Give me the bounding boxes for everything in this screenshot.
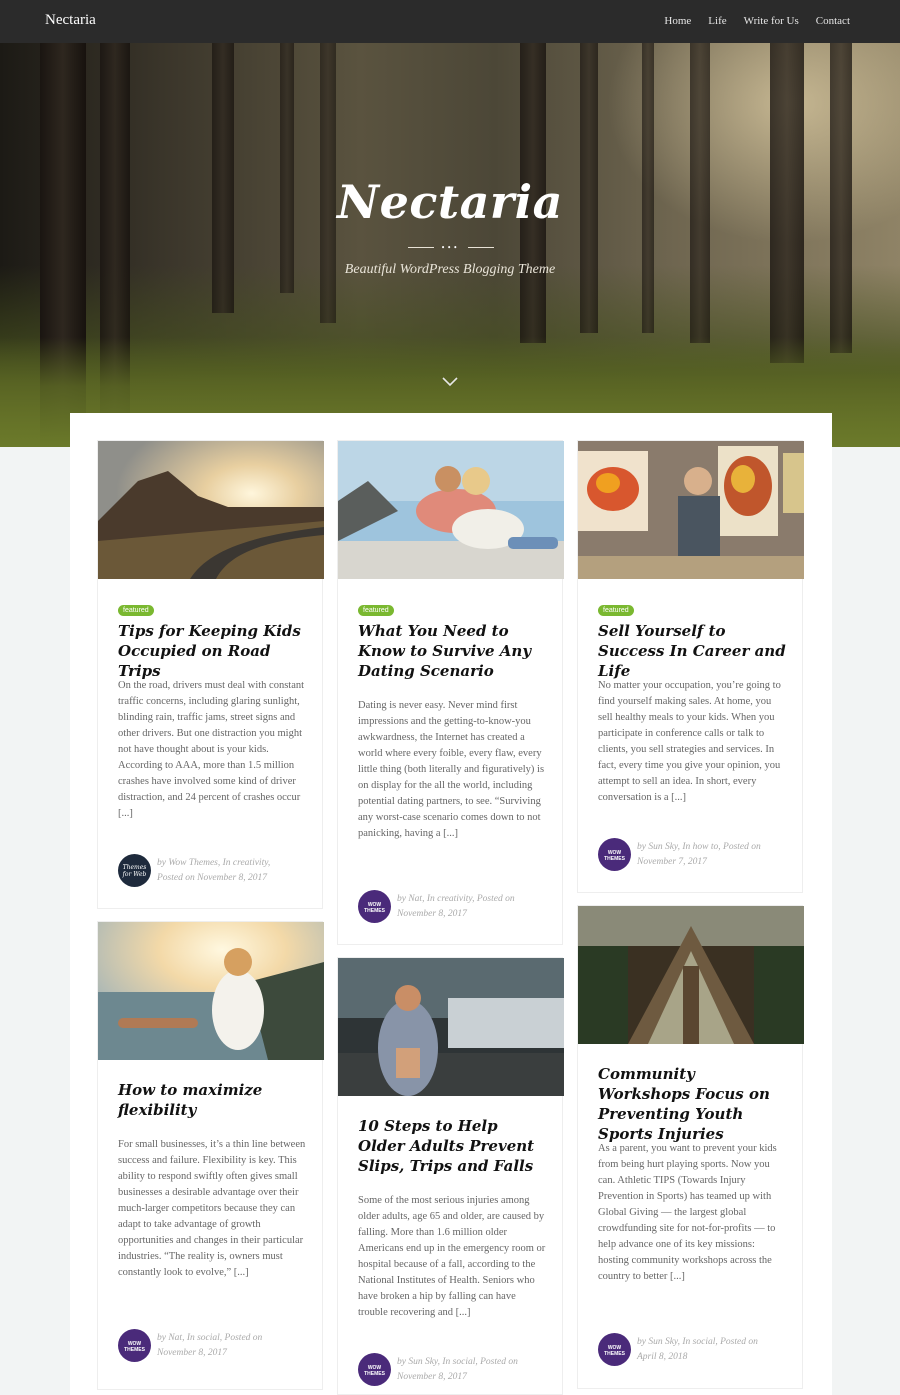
post-thumbnail-artist[interactable] [578, 441, 804, 579]
post-thumbnail-couple[interactable] [338, 441, 564, 579]
avatar-text: WOW THEMES [364, 1365, 385, 1377]
author-avatar[interactable]: Themes for Web [118, 854, 151, 887]
post-meta-text: by Wow Themes, In creativity, Posted on … [157, 856, 307, 886]
ornament-line [408, 247, 434, 248]
post-title[interactable]: Community Workshops Focus on Preventing … [598, 1064, 788, 1144]
posts-panel: featured Tips for Keeping Kids Occupied … [70, 413, 832, 1395]
post-meta-text: by Sun Sky, In how to, Posted on Novembe… [637, 840, 787, 870]
post-card: featured Sell Yourself to Success In Car… [577, 440, 804, 893]
nav-home[interactable]: Home [664, 15, 691, 27]
post-meta-date: November 8, 2017 [397, 1372, 467, 1382]
post-meta-text: by Sun Sky, In social, Posted on Novembe… [397, 1355, 547, 1385]
author-avatar[interactable]: WOW THEMES [598, 1333, 631, 1366]
main-nav: Home Life Write for Us Contact [664, 15, 850, 27]
post-meta: WOW THEMES by Sun Sky, In social, Posted… [598, 1333, 788, 1367]
post-thumbnail-beach[interactable] [98, 922, 324, 1060]
post-meta-author: by Nat, In creativity, Posted on [397, 894, 515, 904]
nav-life[interactable]: Life [708, 15, 726, 27]
featured-badge[interactable]: featured [358, 605, 394, 616]
tree-trunk [280, 43, 294, 293]
nav-contact[interactable]: Contact [816, 15, 850, 27]
post-card: Community Workshops Focus on Preventing … [577, 905, 804, 1389]
post-meta: WOW THEMES by Nat, In social, Posted on … [118, 1329, 308, 1363]
ornament-dots: ••• [441, 244, 460, 252]
nav-write-for-us[interactable]: Write for Us [744, 15, 799, 27]
author-avatar[interactable]: WOW THEMES [118, 1329, 151, 1362]
avatar-text: WOW THEMES [604, 850, 625, 862]
post-excerpt: No matter your occupation, you’re going … [598, 680, 781, 803]
author-avatar[interactable]: WOW THEMES [358, 890, 391, 923]
post-meta-author: by Nat, In social, Posted on [157, 1333, 263, 1343]
post-excerpt: On the road, drivers must deal with cons… [118, 680, 305, 819]
post-title[interactable]: Tips for Keeping Kids Occupied on Road T… [118, 621, 308, 681]
author-avatar[interactable]: WOW THEMES [358, 1353, 391, 1386]
featured-badge[interactable]: featured [118, 605, 154, 616]
hero-subtitle: Beautiful WordPress Blogging Theme [344, 262, 556, 277]
post-card: featured Tips for Keeping Kids Occupied … [97, 440, 324, 909]
site-brand[interactable]: Nectaria [45, 12, 96, 29]
author-avatar[interactable]: WOW THEMES [598, 838, 631, 871]
post-meta-date: April 8, 2018 [637, 1352, 688, 1362]
chevron-down-icon[interactable] [441, 373, 459, 391]
post-excerpt: For small businesses, it’s a thin line b… [118, 1139, 306, 1278]
post-meta-date: November 7, 2017 [637, 857, 707, 867]
post-excerpt: Dating is never easy. Never mind first i… [358, 700, 545, 839]
post-excerpt: As a parent, you want to prevent your ki… [598, 1143, 777, 1282]
post-meta: WOW THEMES by Nat, In creativity, Posted… [358, 890, 548, 924]
post-meta-text: by Sun Sky, In social, Posted on April 8… [637, 1335, 787, 1365]
post-meta-date: Posted on November 8, 2017 [157, 873, 268, 883]
avatar-text: WOW THEMES [604, 1345, 625, 1357]
post-meta-text: by Nat, In creativity, Posted on Novembe… [397, 892, 547, 922]
post-card: How to maximize flexibility For small bu… [97, 921, 324, 1390]
post-meta-text: by Nat, In social, Posted on November 8,… [157, 1331, 307, 1361]
post-meta: WOW THEMES by Sun Sky, In how to, Posted… [598, 838, 788, 872]
post-card: 10 Steps to Help Older Adults Prevent Sl… [337, 957, 564, 1395]
post-thumbnail-chapel[interactable] [578, 906, 804, 1044]
featured-badge[interactable]: featured [598, 605, 634, 616]
post-thumbnail-fitness[interactable] [338, 958, 564, 1096]
post-excerpt: Some of the most serious injuries among … [358, 1195, 546, 1318]
avatar-text: WOW THEMES [124, 1341, 145, 1353]
post-meta-author: by Sun Sky, In social, Posted on [397, 1357, 518, 1367]
post-meta-date: November 8, 2017 [397, 909, 467, 919]
avatar-text: WOW THEMES [364, 902, 385, 914]
post-thumbnail-road[interactable] [98, 441, 324, 579]
avatar-text: Themes for Web [122, 864, 147, 878]
post-meta-author: by Sun Sky, In how to, Posted on [637, 842, 761, 852]
ornament-line [468, 247, 494, 248]
post-title[interactable]: What You Need to Know to Survive Any Dat… [358, 621, 548, 681]
hero-ornament: ••• [408, 244, 494, 252]
post-meta: WOW THEMES by Sun Sky, In social, Posted… [358, 1353, 548, 1387]
post-title[interactable]: 10 Steps to Help Older Adults Prevent Sl… [358, 1116, 548, 1176]
post-title[interactable]: Sell Yourself to Success In Career and L… [598, 621, 788, 681]
post-card: featured What You Need to Know to Surviv… [337, 440, 564, 945]
top-navbar: Nectaria Home Life Write for Us Contact [0, 0, 900, 43]
post-meta-date: November 8, 2017 [157, 1348, 227, 1358]
post-meta-author: by Sun Sky, In social, Posted on [637, 1337, 758, 1347]
post-meta-author: by Wow Themes, In creativity, [157, 858, 271, 868]
post-title[interactable]: How to maximize flexibility [118, 1080, 308, 1120]
post-meta: Themes for Web by Wow Themes, In creativ… [118, 854, 308, 888]
hero-title: Nectaria [337, 175, 563, 229]
hero-banner: Nectaria ••• Beautiful WordPress Bloggin… [0, 43, 900, 447]
